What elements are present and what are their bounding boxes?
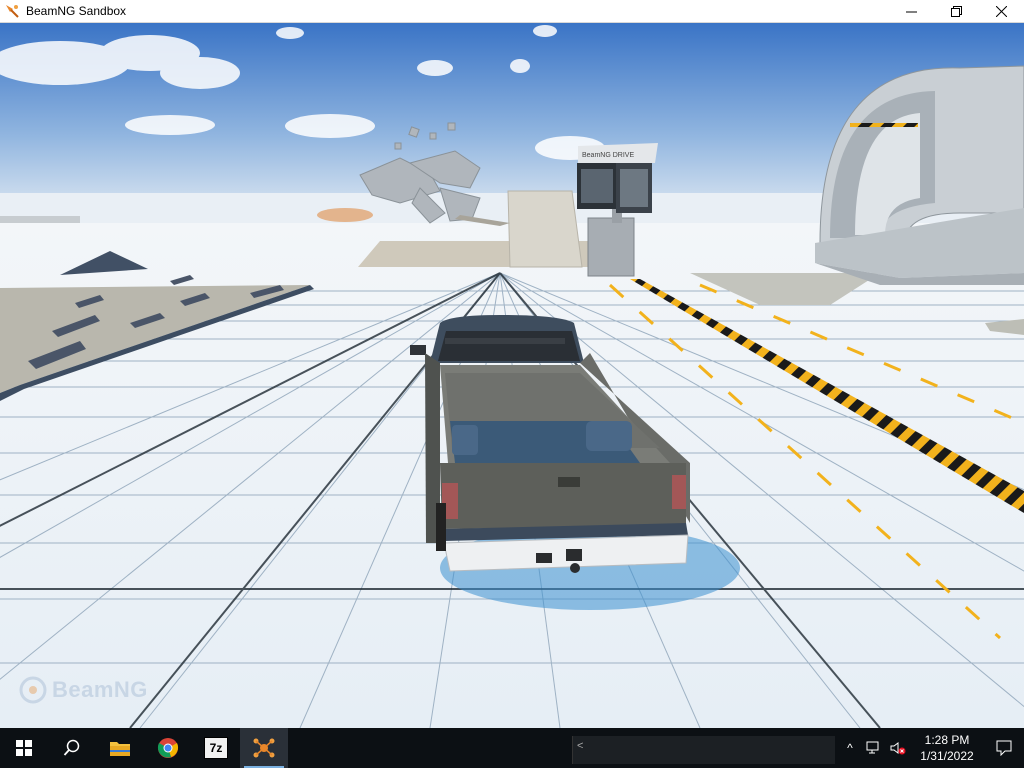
show-hidden-icons-button[interactable]: ^ [838,728,862,768]
window-title: BeamNG Sandbox [26,4,127,18]
windows-logo-icon [16,740,32,756]
action-center-button[interactable] [984,728,1024,768]
game-scene: BeamNG DRIVE [0,23,1024,728]
file-explorer-button[interactable] [96,728,144,768]
billboard-text: BeamNG DRIVE [582,152,634,159]
center-tall-ramp [507,190,583,268]
clock[interactable]: 1:28 PM 1/31/2022 [910,732,984,764]
beamng-watermark: BeamNG [18,675,148,705]
notification-icon [996,740,1012,756]
start-button[interactable] [0,728,48,768]
clock-time: 1:28 PM [924,733,970,747]
chevron-up-icon: ^ [847,741,853,755]
7zip-button[interactable]: 7z [192,728,240,768]
volume-muted-icon [890,742,906,755]
beamng-logo-icon [19,676,47,704]
volume-button[interactable] [886,728,910,768]
chrome-button[interactable] [144,728,192,768]
beamng-app-icon [6,5,19,18]
beamng-taskbar-button[interactable] [240,728,288,768]
7zip-label: 7z [209,741,223,755]
search-button[interactable] [48,728,96,768]
close-icon [996,6,1007,17]
clock-date: 1/31/2022 [920,749,974,763]
folder-icon [110,742,130,756]
search-icon [63,739,80,756]
taskbar: 7z ^ 1:28 PM 1/31/2022 [0,728,1024,768]
game-viewport[interactable]: BeamNG DRIVE BeamNG [0,23,1024,728]
7zip-icon: 7z [204,737,228,759]
console-strip[interactable]: < [572,736,835,764]
restore-icon [951,6,962,17]
close-button[interactable] [979,0,1024,23]
chrome-icon [157,738,179,758]
network-icon [866,741,879,754]
console-chevron: < [577,740,584,752]
restore-button[interactable] [934,0,979,23]
network-button[interactable] [862,728,886,768]
minimize-icon [906,11,917,13]
system-tray: ^ 1:28 PM 1/31/2022 [838,728,1024,768]
watermark-text: BeamNG [52,677,148,702]
minimize-button[interactable] [889,0,934,23]
beamng-icon [253,738,275,758]
window-title-bar[interactable]: BeamNG Sandbox [0,0,1024,23]
